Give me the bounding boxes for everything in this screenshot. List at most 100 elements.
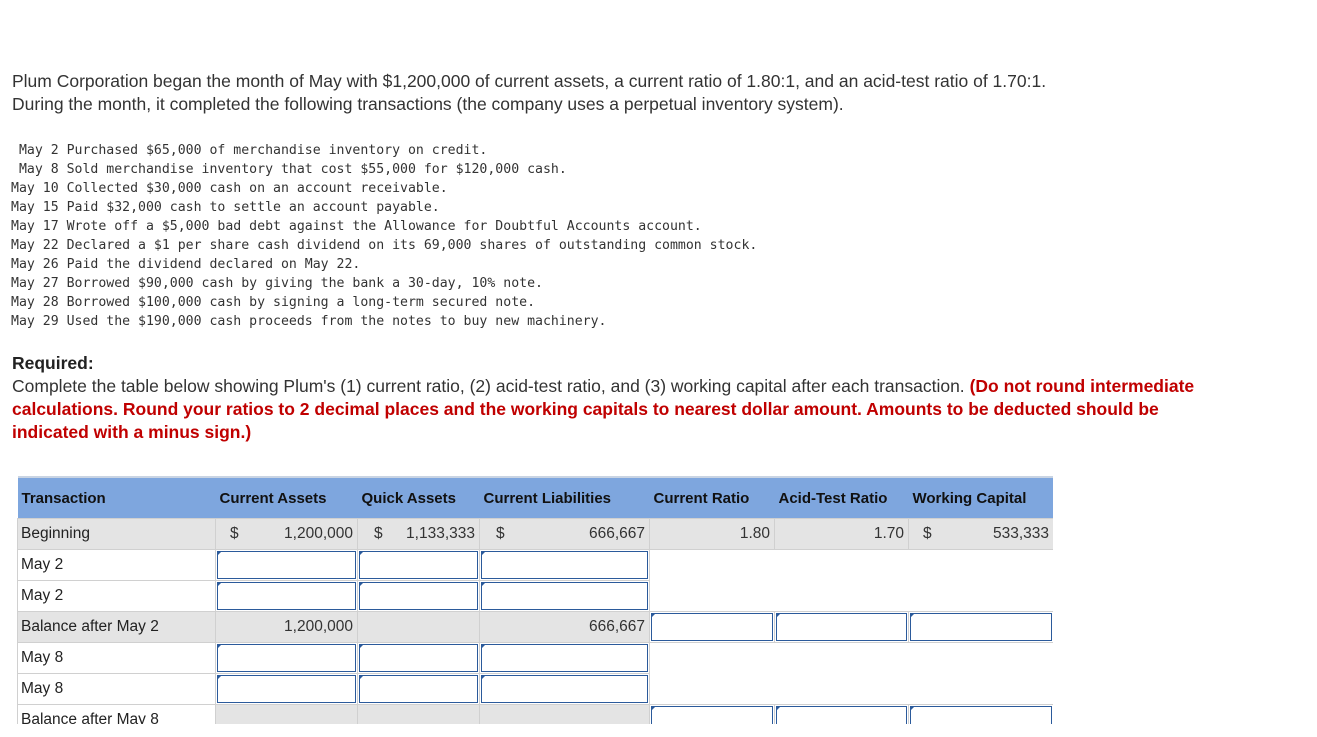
empty-cell xyxy=(908,673,1053,705)
input-flag-icon xyxy=(910,706,915,711)
may2a-quick-assets-cell xyxy=(357,549,480,581)
balance-may2-current-ratio-input[interactable] xyxy=(651,613,773,641)
input-flag-icon xyxy=(359,582,364,587)
beginning-quick-assets: $1,133,333 xyxy=(357,518,480,550)
transaction-list: May 2 Purchased $65,000 of merchandise i… xyxy=(11,141,757,331)
may2a-current-assets-input[interactable] xyxy=(217,551,356,579)
input-flag-icon xyxy=(481,675,486,680)
transaction-item: May 15 Paid $32,000 cash to settle an ac… xyxy=(11,200,440,215)
empty-cell xyxy=(649,642,775,674)
transaction-item: May 10 Collected $30,000 cash on an acco… xyxy=(11,181,448,196)
input-flag-icon xyxy=(651,613,656,618)
may8b-current-assets-cell xyxy=(215,673,358,705)
may2a-current-liabilities-cell xyxy=(479,549,650,581)
currency-symbol: $ xyxy=(923,525,932,542)
header-working-capital: Working Capital xyxy=(908,476,1053,519)
input-flag-icon xyxy=(217,675,222,680)
may2b-current-assets-cell xyxy=(215,580,358,612)
transaction-item: May 8 Sold merchandise inventory that co… xyxy=(11,162,567,177)
may2b-current-assets-input[interactable] xyxy=(217,582,356,610)
may2b-current-liabilities-cell xyxy=(479,580,650,612)
input-flag-icon xyxy=(359,551,364,556)
may2b-current-liabilities-input[interactable] xyxy=(481,582,648,610)
may8a-current-assets-input[interactable] xyxy=(217,644,356,672)
header-current-ratio: Current Ratio xyxy=(649,476,775,519)
transaction-item: May 17 Wrote off a $5,000 bad debt again… xyxy=(11,219,702,234)
balance-may8-current-liabilities xyxy=(479,704,650,724)
input-flag-icon xyxy=(481,551,486,556)
input-flag-icon xyxy=(217,551,222,556)
header-transaction: Transaction xyxy=(17,476,216,519)
beginning-current-assets-value: 1,200,000 xyxy=(284,525,353,542)
may2a-current-liabilities-input[interactable] xyxy=(481,551,648,579)
beginning-quick-assets-value: 1,133,333 xyxy=(406,525,475,542)
input-flag-icon xyxy=(217,644,222,649)
balance-may2-current-assets: 1,200,000 xyxy=(215,611,358,643)
empty-cell xyxy=(774,580,909,612)
table-row-beginning: Beginning $1,200,000 $1,133,333 $666,667… xyxy=(17,518,1053,550)
input-flag-icon xyxy=(359,675,364,680)
may2b-quick-assets-input[interactable] xyxy=(359,582,478,610)
balance-may8-working-capital-input[interactable] xyxy=(910,706,1052,724)
balance-may2-acid-test-input[interactable] xyxy=(776,613,907,641)
beginning-current-liabilities-value: 666,667 xyxy=(588,525,645,542)
row-label: May 2 xyxy=(17,580,216,612)
table-row-may2-b: May 2 xyxy=(17,580,1053,612)
may2a-quick-assets-input[interactable] xyxy=(359,551,478,579)
may8b-quick-assets-cell xyxy=(357,673,480,705)
empty-cell xyxy=(774,549,909,581)
may8b-quick-assets-input[interactable] xyxy=(359,675,478,703)
row-label: Balance after May 8 xyxy=(17,704,216,724)
empty-cell xyxy=(908,549,1053,581)
empty-cell xyxy=(908,580,1053,612)
transaction-item: May 22 Declared a $1 per share cash divi… xyxy=(11,238,758,253)
empty-cell xyxy=(908,642,1053,674)
beginning-working-capital: $533,333 xyxy=(908,518,1053,550)
worksheet-table-container: Transaction Current Assets Quick Assets … xyxy=(17,476,1053,724)
empty-cell xyxy=(774,673,909,705)
balance-may2-working-capital-cell xyxy=(908,611,1053,643)
table-row-balance-may8: Balance after May 8 xyxy=(17,704,1053,724)
input-flag-icon xyxy=(481,582,486,587)
empty-cell xyxy=(649,673,775,705)
input-flag-icon xyxy=(359,644,364,649)
beginning-acid-test-ratio: 1.70 xyxy=(774,518,909,550)
input-flag-icon xyxy=(651,706,656,711)
balance-may2-working-capital-input[interactable] xyxy=(910,613,1052,641)
balance-may8-current-assets xyxy=(215,704,358,724)
may8b-current-assets-input[interactable] xyxy=(217,675,356,703)
row-label: Beginning xyxy=(17,518,216,550)
balance-may2-acid-test-cell xyxy=(774,611,909,643)
balance-may8-acid-test-input[interactable] xyxy=(776,706,907,724)
beginning-current-ratio: 1.80 xyxy=(649,518,775,550)
header-quick-assets: Quick Assets xyxy=(357,476,480,519)
may8a-quick-assets-cell xyxy=(357,642,480,674)
may2a-current-assets-cell xyxy=(215,549,358,581)
intro-line-2: During the month, it completed the follo… xyxy=(12,94,844,114)
may8b-current-liabilities-cell xyxy=(479,673,650,705)
may8a-current-assets-cell xyxy=(215,642,358,674)
may8a-quick-assets-input[interactable] xyxy=(359,644,478,672)
input-flag-icon xyxy=(481,644,486,649)
input-flag-icon xyxy=(776,613,781,618)
intro-line-1: Plum Corporation began the month of May … xyxy=(12,71,1047,91)
balance-may2-quick-assets xyxy=(357,611,480,643)
row-label: May 8 xyxy=(17,642,216,674)
empty-cell xyxy=(649,549,775,581)
may8a-current-liabilities-cell xyxy=(479,642,650,674)
currency-symbol: $ xyxy=(230,525,239,542)
input-flag-icon xyxy=(776,706,781,711)
transaction-item: May 26 Paid the dividend declared on May… xyxy=(11,257,361,272)
balance-may8-current-ratio-input[interactable] xyxy=(651,706,773,724)
may8b-current-liabilities-input[interactable] xyxy=(481,675,648,703)
may8a-current-liabilities-input[interactable] xyxy=(481,644,648,672)
header-current-assets: Current Assets xyxy=(215,476,358,519)
header-current-liabilities: Current Liabilities xyxy=(479,476,650,519)
table-row-may8-a: May 8 xyxy=(17,642,1053,674)
worksheet-table: Transaction Current Assets Quick Assets … xyxy=(17,476,1053,724)
transaction-item: May 28 Borrowed $100,000 cash by signing… xyxy=(11,295,536,310)
transaction-item: May 29 Used the $190,000 cash proceeds f… xyxy=(11,314,607,329)
input-flag-icon xyxy=(910,613,915,618)
beginning-current-liabilities: $666,667 xyxy=(479,518,650,550)
balance-may8-working-capital-cell xyxy=(908,704,1053,724)
